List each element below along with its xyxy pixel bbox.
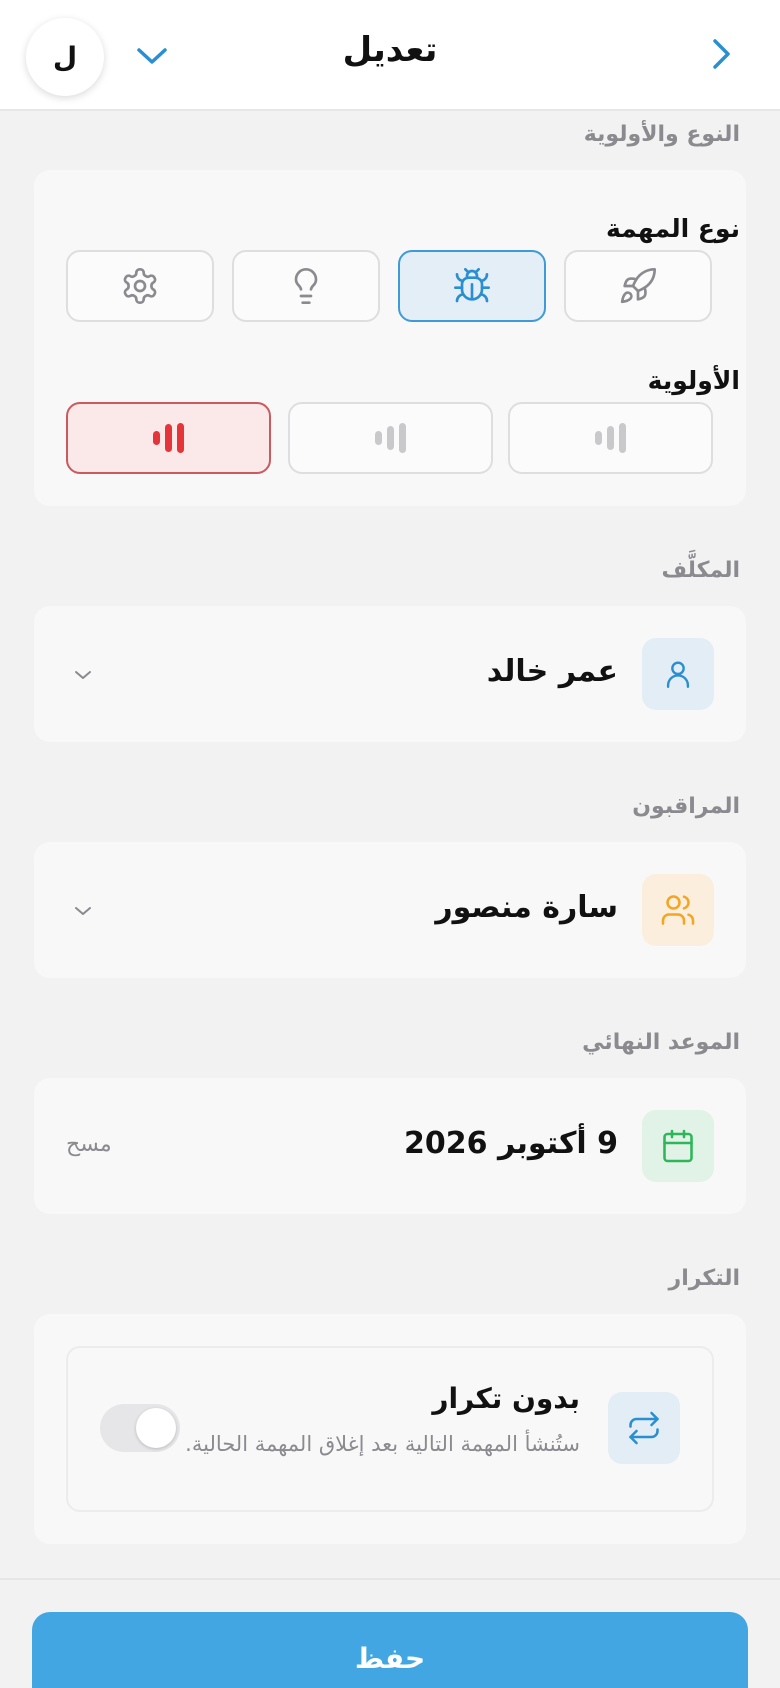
task-type-label: نوع المهمة bbox=[606, 214, 740, 243]
toggle-knob bbox=[136, 1408, 176, 1448]
calendar-icon bbox=[663, 1129, 693, 1163]
collapse-button[interactable] bbox=[132, 38, 172, 74]
lightbulb-icon bbox=[294, 268, 318, 304]
footer-divider bbox=[0, 1578, 780, 1580]
chevron-down-icon bbox=[75, 907, 91, 915]
chevron-down-icon bbox=[75, 671, 91, 679]
watchers-icon-tile bbox=[642, 874, 714, 946]
section-label-type-priority: النوع والأولوية bbox=[583, 122, 740, 147]
top-bar: تعديل ل bbox=[0, 0, 780, 111]
priority-bars-icon bbox=[595, 423, 626, 453]
due-date-icon-tile bbox=[642, 1110, 714, 1182]
page-title: تعديل bbox=[342, 30, 438, 70]
section-label-due-date: الموعد النهائي bbox=[582, 1030, 740, 1055]
repeat-title: بدون تكرار bbox=[432, 1382, 580, 1415]
save-button[interactable]: حفظ bbox=[32, 1612, 748, 1688]
users-icon bbox=[661, 895, 695, 925]
chevron-down-icon bbox=[137, 48, 167, 64]
repeat-description: ستُنشأ المهمة التالية بعد إغلاق المهمة ا… bbox=[185, 1432, 580, 1456]
assignee-value: عمر خالد bbox=[486, 654, 618, 689]
priority-high[interactable] bbox=[66, 402, 271, 474]
user-icon bbox=[666, 661, 690, 688]
section-label-assignee: المكلَّف bbox=[661, 558, 740, 583]
gear-icon bbox=[123, 268, 157, 304]
assignee-icon-tile bbox=[642, 638, 714, 710]
repeat-icon bbox=[629, 1411, 659, 1445]
avatar[interactable]: ل bbox=[26, 18, 104, 96]
repeat-icon-tile bbox=[608, 1392, 680, 1464]
repeat-option: بدون تكرار ستُنشأ المهمة التالية بعد إغل… bbox=[66, 1346, 714, 1512]
section-label-watchers: المراقبون bbox=[632, 794, 740, 819]
watchers-value: سارة منصور bbox=[435, 890, 618, 925]
priority-bars-icon bbox=[375, 423, 406, 453]
task-type-idea[interactable] bbox=[232, 250, 380, 322]
due-date-picker[interactable]: 9 أكتوبر 2026 مسح bbox=[34, 1078, 746, 1214]
repeat-card: بدون تكرار ستُنشأ المهمة التالية بعد إغل… bbox=[34, 1314, 746, 1544]
watchers-selector[interactable]: سارة منصور bbox=[34, 842, 746, 978]
section-label-repeat: التكرار bbox=[668, 1266, 740, 1291]
clear-date-button[interactable]: مسح bbox=[66, 1132, 112, 1157]
rocket-icon bbox=[620, 267, 656, 304]
task-type-settings[interactable] bbox=[66, 250, 214, 322]
priority-medium[interactable] bbox=[288, 402, 493, 474]
task-type-bug[interactable] bbox=[398, 250, 546, 322]
priority-low[interactable] bbox=[508, 402, 713, 474]
priority-bars-icon bbox=[153, 423, 184, 453]
bug-icon bbox=[454, 268, 490, 303]
priority-label: الأولوية bbox=[647, 366, 740, 395]
due-date-value: 9 أكتوبر 2026 bbox=[404, 1126, 618, 1161]
assignee-selector[interactable]: عمر خالد bbox=[34, 606, 746, 742]
repeat-toggle[interactable] bbox=[100, 1404, 180, 1452]
task-type-rocket[interactable] bbox=[564, 250, 712, 322]
